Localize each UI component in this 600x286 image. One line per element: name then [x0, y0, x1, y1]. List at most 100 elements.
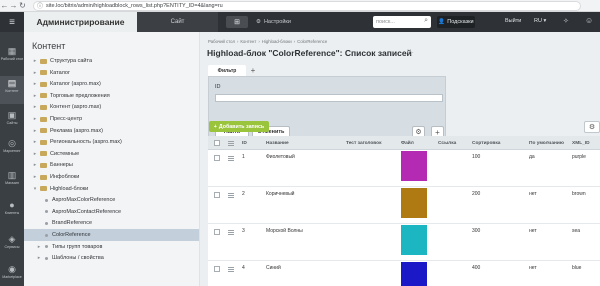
rail-item-sites[interactable]: ▣ Сайты	[0, 108, 24, 136]
star-icon[interactable]: ☆	[406, 48, 414, 59]
user-icon[interactable]: ☺	[585, 16, 593, 25]
column-header[interactable]: По умолчанию	[529, 136, 564, 150]
search-input[interactable]: поиск... ⌕	[373, 16, 431, 28]
rail-item-desktop[interactable]: ▦ Рабочий стол	[0, 44, 24, 72]
back-icon[interactable]: ←	[0, 1, 9, 11]
column-header[interactable]: Ссылка	[438, 136, 456, 150]
row-checkbox[interactable]	[214, 229, 220, 235]
sidebar-item[interactable]: ▾ Highload-блоки	[24, 183, 199, 195]
chevron-right-icon[interactable]: ▸	[32, 162, 38, 168]
chevron-right-icon[interactable]: ▸	[32, 104, 38, 110]
chevron-right-icon[interactable]: ▸	[32, 139, 38, 145]
sidebar-item[interactable]: ▸ Инфоблоки	[24, 171, 199, 183]
rail-item-shop[interactable]: ▥ Магазин	[0, 168, 24, 196]
sidebar-item[interactable]: ▸ Шаблоны / свойства	[24, 252, 199, 264]
row-name[interactable]: Морской Волны	[266, 228, 303, 234]
sidebar-item[interactable]: ▸ Системные	[24, 148, 199, 160]
tab-filter[interactable]: Фильтр	[208, 65, 246, 76]
chevron-down-icon[interactable]: ▾	[32, 186, 38, 192]
select-all-checkbox[interactable]	[214, 140, 220, 146]
rail-item-marketing[interactable]: ◎ Маркетинг	[0, 136, 24, 164]
hints-button[interactable]: 👤 Подсказки	[437, 16, 475, 28]
row-checkbox[interactable]	[214, 155, 220, 161]
chevron-right-icon[interactable]: ▸	[32, 151, 38, 157]
info-icon[interactable]: ⓘ	[37, 2, 43, 10]
row-name[interactable]: Фиолетовый	[266, 154, 295, 160]
language-select[interactable]: RU ▾	[534, 18, 546, 24]
chevron-right-icon[interactable]: ▸	[36, 244, 42, 250]
chevron-right-icon[interactable]: ▸	[32, 58, 38, 64]
column-header[interactable]: Файл	[401, 136, 414, 150]
tab-site[interactable]: Сайт	[137, 12, 218, 32]
reload-icon[interactable]: ↻	[18, 1, 27, 11]
sidebar-item[interactable]: ▸ Баннеры	[24, 159, 199, 171]
add-record-button[interactable]: + Добавить запись	[209, 121, 269, 132]
column-header[interactable]: Название	[266, 136, 289, 150]
menu-icon[interactable]: ≡	[0, 12, 24, 32]
row-menu-icon[interactable]	[228, 193, 234, 198]
settings-button[interactable]: ⚙ Настройки	[256, 19, 291, 25]
rail-item-content[interactable]: ▤ Контент	[0, 76, 24, 104]
menu-icon[interactable]	[228, 140, 234, 146]
sidebar-item[interactable]: ▸ Пресс-центр	[24, 113, 199, 125]
row-name[interactable]: Синий	[266, 265, 281, 271]
sidebar-item[interactable]: ▸ Каталог (aspro.max)	[24, 78, 199, 90]
column-header[interactable]: XML_ID	[572, 136, 590, 150]
row-name[interactable]: Коричневый	[266, 191, 294, 197]
color-swatch[interactable]	[401, 262, 427, 286]
logout-link[interactable]: Выйти	[505, 18, 521, 24]
tab-admin[interactable]: Администрирование	[24, 12, 137, 32]
chevron-right-icon[interactable]: ▸	[32, 174, 38, 180]
chevron-right-icon[interactable]: ▸	[32, 93, 38, 99]
pin-icon[interactable]: ✧	[563, 17, 569, 25]
column-header[interactable]	[214, 136, 220, 150]
breadcrumb-item[interactable]: Рабочий стол	[208, 39, 235, 44]
sidebar-item[interactable]: ▸ Типы групп товаров	[24, 241, 199, 253]
breadcrumb-item[interactable]: Контент	[240, 39, 256, 44]
column-header[interactable]: Тест заголовок	[346, 136, 382, 150]
table-row[interactable]: 1 Фиолетовый 100 да purple	[208, 150, 600, 187]
column-header[interactable]: Сортировка	[472, 136, 500, 150]
chevron-right-icon[interactable]: ▸	[32, 81, 38, 87]
rail-item-services[interactable]: ◈ Сервисы	[0, 232, 24, 260]
row-xml-id: brown	[572, 191, 586, 197]
sidebar-item[interactable]: ▸ Торговые предложения	[24, 90, 199, 102]
id-field[interactable]	[215, 94, 443, 102]
chevron-right-icon[interactable]: ▸	[32, 70, 38, 76]
table-row[interactable]: 4 Синий 400 нет blue	[208, 261, 600, 286]
sidebar-item[interactable]: AsproMaxColorReference	[24, 194, 199, 206]
address-bar[interactable]: ⓘ site.loc/bitrix/admin/highloadblock_ro…	[33, 0, 581, 11]
breadcrumb-item[interactable]: ColorReference	[297, 39, 327, 44]
language-label: RU	[534, 18, 542, 24]
column-header[interactable]	[228, 136, 234, 150]
chevron-right-icon[interactable]: ▸	[36, 255, 42, 261]
row-menu-icon[interactable]	[228, 230, 234, 235]
table-row[interactable]: 3 Морской Волны 300 нет sea	[208, 224, 600, 261]
rail-item-marketplace[interactable]: ◉ Marketplace	[0, 262, 24, 286]
sidebar-item[interactable]: BrandReference	[24, 217, 199, 229]
color-swatch[interactable]	[401, 188, 427, 218]
chevron-right-icon[interactable]: ▸	[32, 128, 38, 134]
sidebar-item[interactable]: AsproMaxContactReference	[24, 206, 199, 218]
sidebar-item[interactable]: ▸ Контент (aspro.max)	[24, 101, 199, 113]
table-row[interactable]: 2 Коричневый 200 нет brown	[208, 187, 600, 224]
column-header[interactable]: ID	[242, 136, 247, 150]
breadcrumb-item[interactable]: Highload-блоки	[262, 39, 292, 44]
row-checkbox[interactable]	[214, 192, 220, 198]
add-filter-button[interactable]: +	[246, 65, 260, 76]
forward-icon[interactable]: →	[9, 1, 18, 11]
row-menu-icon[interactable]	[228, 156, 234, 161]
sidebar-item[interactable]: ▸ Каталог	[24, 67, 199, 79]
sidebar-item[interactable]: ▸ Структура сайта	[24, 55, 199, 67]
table-settings-icon[interactable]: ⚙	[584, 121, 600, 133]
chevron-right-icon[interactable]: ▸	[32, 116, 38, 122]
sidebar-item[interactable]: ▸ Реклама (aspro.max)	[24, 125, 199, 137]
grid-button[interactable]: ⊞	[226, 16, 248, 28]
row-menu-icon[interactable]	[228, 267, 234, 272]
color-swatch[interactable]	[401, 225, 427, 255]
rail-item-clients[interactable]: ● Клиенты	[0, 198, 24, 226]
sidebar-item[interactable]: ▸ Региональность (aspro.max)	[24, 136, 199, 148]
sidebar-item[interactable]: ColorReference	[24, 229, 199, 241]
color-swatch[interactable]	[401, 151, 427, 181]
row-checkbox[interactable]	[214, 266, 220, 272]
